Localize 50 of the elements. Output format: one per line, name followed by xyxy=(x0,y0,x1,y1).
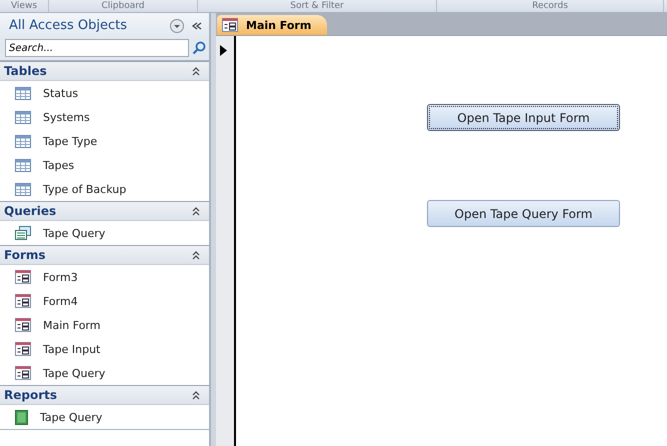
table-icon xyxy=(15,110,31,124)
group-header[interactable]: Queries xyxy=(0,201,209,221)
form-icon xyxy=(15,366,31,380)
form-button[interactable]: Open Tape Input Form xyxy=(427,104,620,131)
table-icon xyxy=(15,158,31,172)
dropdown-icon[interactable] xyxy=(169,18,185,34)
collapse-icon[interactable] xyxy=(191,390,201,400)
pane-title: All Access Objects xyxy=(9,18,128,33)
nav-item[interactable]: Tape Query xyxy=(0,405,209,429)
nav-item[interactable]: Status xyxy=(0,81,209,105)
nav-item[interactable]: Tapes xyxy=(0,153,209,177)
table-icon xyxy=(15,182,31,196)
nav-item[interactable]: Tape Input xyxy=(0,337,209,361)
ribbon-group-label: Clipboard xyxy=(49,0,198,12)
nav-item[interactable]: Tape Query xyxy=(0,221,209,245)
nav-item[interactable]: Form3 xyxy=(0,265,209,289)
group-title: Forms xyxy=(4,248,46,262)
nav-item[interactable]: Tape Query xyxy=(0,361,209,385)
group-header[interactable]: Tables xyxy=(0,61,209,81)
form-icon xyxy=(222,18,238,32)
group-header[interactable]: Forms xyxy=(0,245,209,265)
current-record-icon xyxy=(220,45,227,56)
ribbon-group-label: Sort & Filter xyxy=(198,0,437,12)
form-button[interactable]: Open Tape Query Form xyxy=(427,200,620,227)
nav-item[interactable]: Type of Backup xyxy=(0,177,209,201)
nav-item[interactable]: Systems xyxy=(0,105,209,129)
collapse-icon[interactable] xyxy=(191,206,201,216)
group-title: Queries xyxy=(4,204,56,218)
search-field[interactable]: Search... xyxy=(5,39,189,57)
table-icon xyxy=(15,86,31,100)
form-icon xyxy=(15,294,31,308)
query-icon xyxy=(15,226,31,240)
form-icon xyxy=(15,342,31,356)
form-icon xyxy=(15,318,31,332)
table-icon xyxy=(15,134,31,148)
collapse-pane-icon[interactable] xyxy=(191,20,203,32)
search-icon[interactable] xyxy=(192,41,206,55)
group-title: Reports xyxy=(4,388,58,402)
ribbon-group-label: Records xyxy=(437,0,664,12)
document-tab[interactable]: Main Form xyxy=(217,15,328,35)
nav-item[interactable]: Main Form xyxy=(0,313,209,337)
nav-item[interactable]: Form4 xyxy=(0,289,209,313)
form-icon xyxy=(15,270,31,284)
group-title: Tables xyxy=(4,64,47,78)
collapse-icon[interactable] xyxy=(191,250,201,260)
ribbon-group-label: Views xyxy=(0,0,49,12)
collapse-icon[interactable] xyxy=(191,66,201,76)
group-header[interactable]: Reports xyxy=(0,385,209,405)
nav-item[interactable]: Tape Type xyxy=(0,129,209,153)
report-icon xyxy=(15,410,28,424)
